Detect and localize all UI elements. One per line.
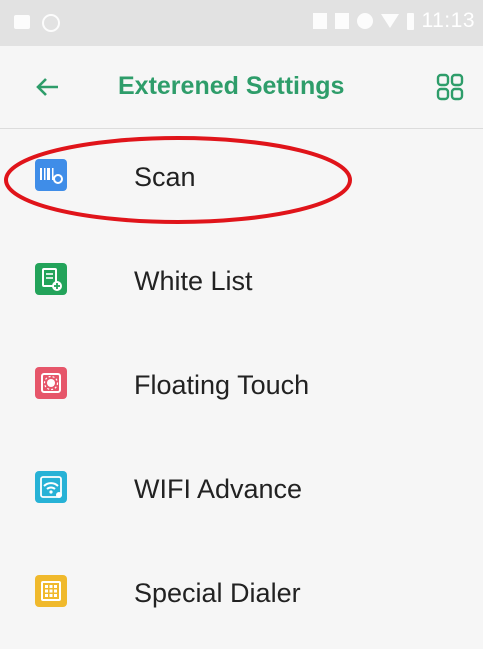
download-icon bbox=[312, 13, 327, 29]
floating-touch-icon bbox=[35, 367, 67, 399]
list-item-label: Special Dialer bbox=[134, 578, 301, 608]
white-list-icon bbox=[35, 263, 67, 295]
grid-icon bbox=[436, 73, 464, 101]
page-title: Exterened Settings bbox=[118, 72, 345, 100]
special-dialer-icon bbox=[35, 575, 67, 607]
battery-icon bbox=[406, 12, 414, 30]
status-icons: 11:13 bbox=[312, 9, 476, 33]
list-item-white-list[interactable]: White List bbox=[0, 233, 483, 337]
app-bar: Exterened Settings bbox=[0, 46, 483, 129]
list-item-label: Floating Touch bbox=[134, 370, 310, 400]
list-item-scan[interactable]: Scan bbox=[0, 129, 483, 233]
list-item-floating-touch[interactable]: Floating Touch bbox=[0, 337, 483, 441]
wifi-signal-icon bbox=[380, 14, 399, 28]
bluetooth-icon bbox=[334, 13, 349, 29]
list-item-wifi-advance[interactable]: WIFI Advance bbox=[0, 441, 483, 545]
status-time: 11:13 bbox=[421, 9, 475, 32]
settings-list: Scan White List Floating Touch WIFI Adva… bbox=[0, 129, 483, 649]
sync-icon bbox=[42, 14, 60, 32]
wifi-advance-icon bbox=[35, 471, 67, 503]
list-item-label: WIFI Advance bbox=[134, 474, 303, 504]
notification-icon bbox=[14, 15, 30, 29]
do-not-disturb-icon bbox=[356, 13, 373, 29]
back-button[interactable] bbox=[30, 70, 64, 104]
arrow-left-icon bbox=[36, 78, 58, 96]
grid-view-button[interactable] bbox=[435, 72, 465, 102]
status-bar: 11:13 bbox=[0, 0, 483, 46]
list-item-special-dialer[interactable]: Special Dialer bbox=[0, 545, 483, 649]
list-item-label: Scan bbox=[134, 162, 196, 192]
list-item-label: White List bbox=[134, 266, 253, 296]
scan-icon bbox=[35, 159, 67, 191]
